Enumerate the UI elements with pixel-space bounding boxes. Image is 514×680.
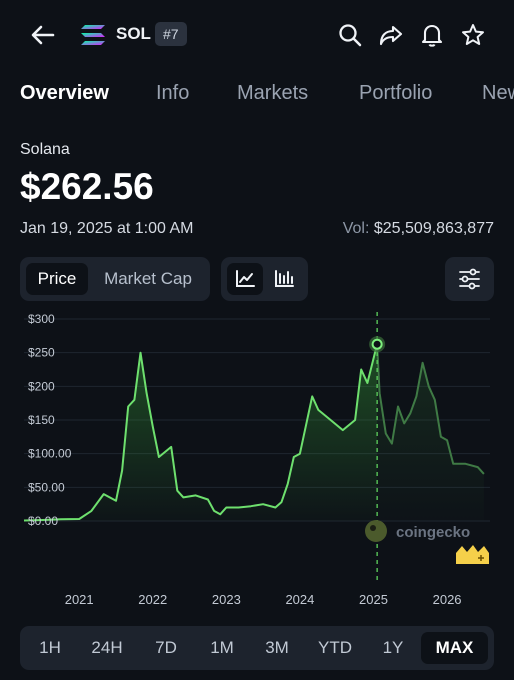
range-1m[interactable]: 1M: [196, 632, 248, 664]
rank-badge: #7: [155, 22, 187, 46]
chart-view-toggle: [221, 257, 308, 301]
gecko-eye-icon: [370, 525, 376, 531]
x-tick-label: 2022: [138, 592, 167, 607]
candlestick-chart-icon: [275, 270, 294, 287]
search-icon[interactable]: [337, 22, 363, 48]
bell-icon[interactable]: [419, 22, 445, 48]
coin-name: Solana: [20, 141, 70, 158]
range-3m[interactable]: 3M: [251, 632, 303, 664]
price-option[interactable]: Price: [26, 263, 88, 295]
range-24h[interactable]: 24H: [78, 632, 136, 664]
candlestick-chart-button[interactable]: [266, 263, 302, 295]
star-icon[interactable]: [460, 22, 486, 48]
range-7d[interactable]: 7D: [140, 632, 192, 664]
x-tick-label: 2024: [285, 592, 314, 607]
x-tick-label: 2025: [359, 592, 388, 607]
volume-label: Vol:: [342, 220, 370, 237]
y-tick-label: $250: [28, 346, 55, 360]
solana-logo-icon: [81, 25, 105, 45]
x-tick-label: 2021: [65, 592, 94, 607]
line-chart-icon: [236, 270, 255, 287]
range-max[interactable]: MAX: [421, 632, 488, 664]
price-chart[interactable]: $300 $250 $200 $150 $100.00 $50.00 $0.00 2021 20…: [0, 310, 514, 616]
line-chart-button[interactable]: [227, 263, 263, 295]
watermark-text: coingecko: [396, 524, 470, 541]
price-marketcap-toggle: Price Market Cap: [20, 257, 210, 301]
y-tick-label: $300: [28, 312, 55, 326]
back-arrow-icon[interactable]: [28, 20, 58, 50]
y-tick-label: $0.00: [28, 514, 58, 528]
volume-readout: Vol: $25,509,863,877: [343, 220, 494, 238]
range-ytd[interactable]: YTD: [307, 632, 363, 664]
selected-point-marker[interactable]: [371, 338, 383, 350]
y-tick-label: $50.00: [28, 480, 65, 494]
market-cap-option[interactable]: Market Cap: [92, 263, 204, 295]
top-bar: SOL #7: [0, 14, 514, 56]
y-tick-label: $150: [28, 413, 55, 427]
range-1y[interactable]: 1Y: [367, 632, 419, 664]
chart-settings-button[interactable]: [445, 257, 494, 301]
range-1h[interactable]: 1H: [26, 632, 74, 664]
current-price: $262.56: [20, 166, 154, 207]
sliders-icon: [459, 268, 480, 290]
x-tick-label: 2026: [433, 592, 462, 607]
coingecko-watermark: coingecko: [365, 520, 470, 542]
tab-news[interactable]: News: [482, 82, 514, 105]
gift-icon[interactable]: [456, 545, 489, 564]
y-tick-label: $100.00: [28, 447, 72, 461]
gecko-logo-icon: [365, 520, 387, 542]
tab-portfolio[interactable]: Portfolio: [359, 82, 432, 105]
tab-markets[interactable]: Markets: [237, 82, 308, 105]
price-area-fill: [24, 344, 378, 521]
price-timestamp: Jan 19, 2025 at 1:00 AM: [20, 220, 194, 237]
share-icon[interactable]: [378, 22, 404, 48]
coin-symbol: SOL: [116, 24, 151, 43]
x-tick-label: 2023: [212, 592, 241, 607]
time-range-selector: 1H 24H 7D 1M 3M YTD 1Y MAX: [20, 626, 494, 670]
tab-overview[interactable]: Overview: [20, 82, 109, 105]
y-tick-label: $200: [28, 379, 55, 393]
tab-info[interactable]: Info: [156, 82, 189, 105]
volume-value: $25,509,863,877: [373, 220, 494, 237]
